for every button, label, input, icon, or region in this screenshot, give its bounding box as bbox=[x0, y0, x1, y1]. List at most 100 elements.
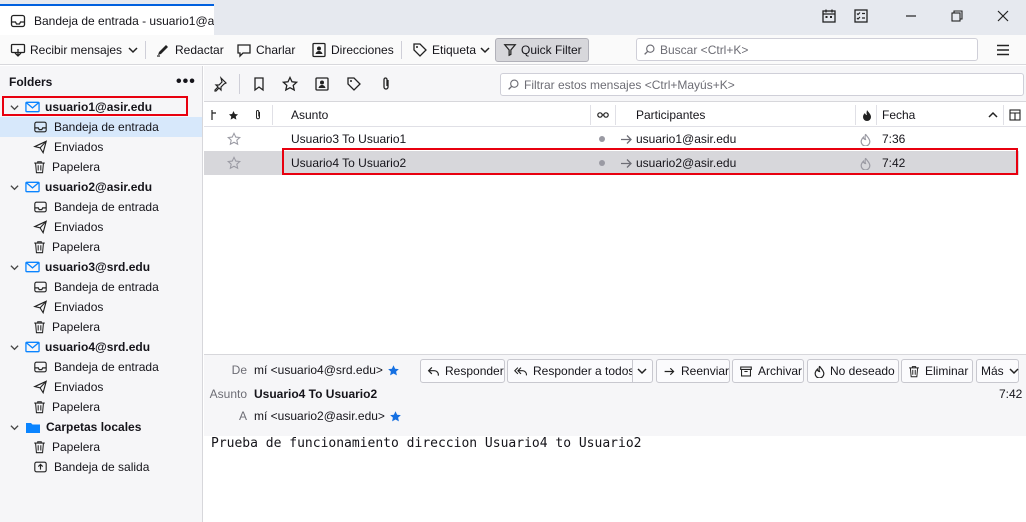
star-icon[interactable] bbox=[389, 410, 402, 423]
account-row[interactable]: Carpetas locales bbox=[0, 417, 202, 437]
chevron-down-icon[interactable] bbox=[8, 343, 20, 352]
forward-button[interactable]: Reenviar bbox=[656, 359, 730, 383]
app-menu-button[interactable] bbox=[992, 38, 1014, 62]
tag-button[interactable]: Etiqueta bbox=[408, 38, 494, 62]
get-messages-button[interactable]: Recibir mensajes bbox=[6, 38, 126, 62]
compose-button[interactable]: Redactar bbox=[151, 38, 228, 62]
folder-item[interactable]: Papelera bbox=[0, 157, 202, 177]
account-name: usuario4@srd.edu bbox=[45, 340, 151, 354]
address-book-button[interactable]: Direcciones bbox=[307, 38, 398, 62]
chevron-down-icon bbox=[128, 45, 138, 55]
from-field[interactable]: mí <usuario4@srd.edu> bbox=[254, 363, 400, 377]
reply-all-button[interactable]: Responder a todos bbox=[507, 359, 634, 383]
more-button[interactable]: Más bbox=[976, 359, 1019, 383]
column-separator bbox=[615, 105, 616, 125]
pencil-icon bbox=[155, 42, 171, 58]
quick-filter-button[interactable]: Quick Filter bbox=[495, 38, 589, 62]
account-row[interactable]: usuario2@asir.edu bbox=[0, 177, 202, 197]
from-value: mí <usuario4@srd.edu> bbox=[254, 363, 383, 377]
folder-item[interactable]: Papelera bbox=[0, 437, 202, 457]
participants-column-header[interactable]: Participantes bbox=[636, 103, 705, 127]
star-icon[interactable] bbox=[227, 127, 241, 151]
filter-messages-input[interactable]: Filtrar estos mensajes <Ctrl+Mayús+K> bbox=[500, 73, 1024, 96]
folder-item[interactable]: Bandeja de salida bbox=[0, 457, 202, 477]
trash-icon bbox=[33, 440, 46, 454]
account-row[interactable]: usuario3@srd.edu bbox=[0, 257, 202, 277]
toolbar-separator bbox=[145, 41, 146, 59]
folder-item[interactable]: Bandeja de entrada bbox=[0, 197, 202, 217]
folder-label: Enviados bbox=[54, 140, 104, 154]
download-icon bbox=[10, 42, 26, 58]
star-icon[interactable] bbox=[227, 151, 241, 175]
folder-item[interactable]: Enviados bbox=[0, 377, 202, 397]
subject-column-header[interactable]: Asunto bbox=[291, 103, 328, 127]
sort-ascending-icon[interactable] bbox=[988, 103, 998, 127]
attachment-filter-icon[interactable] bbox=[378, 76, 394, 92]
junk-label: No deseado bbox=[830, 364, 895, 378]
send-icon bbox=[33, 300, 48, 314]
message-time: 7:42 bbox=[999, 387, 1023, 401]
folder-item[interactable]: Papelera bbox=[0, 317, 202, 337]
chat-button[interactable]: Charlar bbox=[232, 38, 299, 62]
archive-button[interactable]: Archivar bbox=[732, 359, 804, 383]
account-row[interactable]: usuario4@srd.edu bbox=[0, 337, 202, 357]
attachment-column-icon[interactable] bbox=[252, 103, 264, 127]
tasks-icon[interactable] bbox=[838, 0, 884, 32]
star-column-icon[interactable] bbox=[228, 103, 239, 127]
folder-pane-menu-icon[interactable]: ••• bbox=[176, 73, 196, 91]
tag-filter-icon[interactable] bbox=[346, 76, 362, 92]
column-picker-icon[interactable] bbox=[1009, 103, 1021, 127]
folder-label: Bandeja de entrada bbox=[54, 120, 159, 134]
folder-item[interactable]: Bandeja de entrada bbox=[0, 117, 202, 137]
star-icon[interactable] bbox=[387, 364, 400, 377]
folder-item[interactable]: Bandeja de entrada bbox=[0, 357, 202, 377]
folder-item[interactable]: Enviados bbox=[0, 297, 202, 317]
thread-column-icon[interactable] bbox=[210, 103, 218, 127]
folder-label: Enviados bbox=[54, 220, 104, 234]
folder-item[interactable]: Enviados bbox=[0, 217, 202, 237]
trash-icon bbox=[33, 240, 46, 254]
junk-button[interactable]: No deseado bbox=[807, 359, 899, 383]
read-column-icon[interactable] bbox=[597, 103, 609, 127]
junk-column-icon[interactable] bbox=[862, 103, 872, 127]
reply-all-dropdown[interactable] bbox=[632, 359, 653, 383]
chevron-down-icon[interactable] bbox=[8, 183, 20, 192]
starred-filter-icon[interactable] bbox=[282, 76, 298, 92]
sticky-pin-icon[interactable] bbox=[212, 76, 228, 92]
folder-item[interactable]: Papelera bbox=[0, 397, 202, 417]
close-icon[interactable] bbox=[980, 0, 1026, 32]
restore-icon[interactable] bbox=[934, 0, 980, 32]
folder-item[interactable]: Papelera bbox=[0, 237, 202, 257]
folder-item[interactable]: Enviados bbox=[0, 137, 202, 157]
global-search-input[interactable]: Buscar <Ctrl+K> bbox=[636, 38, 978, 61]
chevron-down-icon[interactable] bbox=[8, 263, 20, 272]
to-label: A bbox=[238, 409, 247, 423]
reply-button[interactable]: Responder bbox=[420, 359, 505, 383]
chat-label: Charlar bbox=[256, 43, 296, 57]
folder-label: Bandeja de salida bbox=[54, 460, 150, 474]
minimize-icon[interactable] bbox=[888, 0, 934, 32]
filter-separator bbox=[239, 74, 240, 94]
toolbar-separator bbox=[401, 41, 402, 59]
folder-item[interactable]: Bandeja de entrada bbox=[0, 277, 202, 297]
delete-button[interactable]: Eliminar bbox=[901, 359, 973, 383]
folders-header: Folders bbox=[9, 75, 53, 89]
folder-label: Bandeja de entrada bbox=[54, 360, 159, 374]
chevron-down-icon[interactable] bbox=[8, 423, 20, 432]
contact-filter-icon[interactable] bbox=[314, 76, 330, 92]
subject-value: Usuario4 To Usuario2 bbox=[254, 387, 378, 401]
unread-filter-icon[interactable] bbox=[251, 76, 267, 92]
get-messages-label: Recibir mensajes bbox=[30, 43, 123, 57]
date-column-header[interactable]: Fecha bbox=[882, 103, 915, 127]
subject-label: Asunto bbox=[209, 387, 247, 401]
compose-label: Redactar bbox=[175, 43, 224, 57]
archive-label: Archivar bbox=[758, 364, 803, 378]
filter-placeholder: Filtrar estos mensajes <Ctrl+Mayús+K> bbox=[524, 77, 735, 92]
column-separator bbox=[590, 105, 591, 125]
get-messages-dropdown[interactable] bbox=[124, 38, 142, 62]
trash-icon bbox=[908, 365, 920, 378]
to-field[interactable]: mí <usuario2@asir.edu> bbox=[254, 409, 402, 423]
column-separator bbox=[272, 105, 273, 125]
tab-inbox[interactable]: Bandeja de entrada - usuario1@asir.edu bbox=[0, 4, 214, 35]
trash-icon bbox=[33, 400, 46, 414]
